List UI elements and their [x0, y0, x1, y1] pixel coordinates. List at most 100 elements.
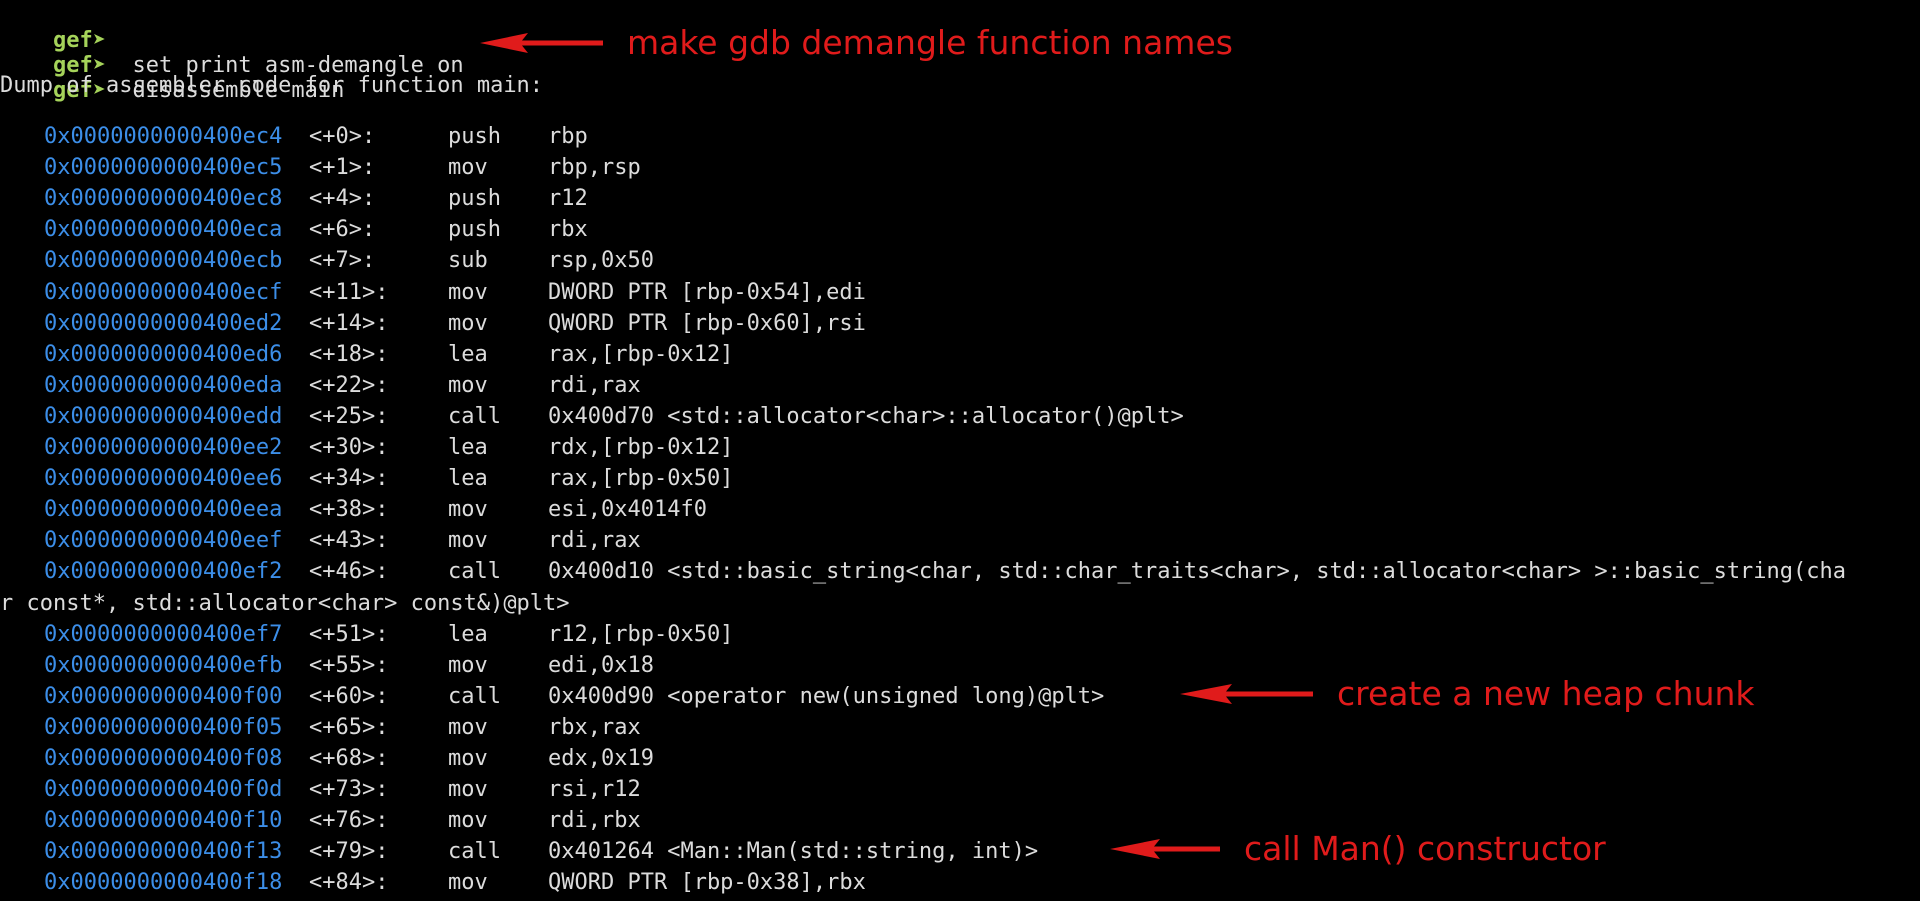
asm-address: 0x0000000000400eda	[44, 373, 283, 398]
asm-mnemonic: lea	[448, 622, 488, 647]
asm-mnemonic: push	[448, 124, 501, 149]
asm-address: 0x0000000000400ec5	[44, 155, 283, 180]
asm-mnemonic: sub	[448, 248, 488, 273]
asm-operands: rsp,0x50	[548, 248, 654, 273]
asm-operands: 0x400d90 <operator new(unsigned long)@pl…	[548, 684, 1105, 709]
asm-operands: 0x401264 <Man::Man(std::string, int)>	[548, 839, 1039, 864]
asm-offset: <+14>:	[309, 311, 389, 336]
asm-operands: rdi,rax	[548, 528, 641, 553]
asm-offset: <+76>:	[309, 808, 389, 833]
asm-mnemonic: call	[448, 404, 501, 429]
asm-operands: rax,[rbp-0x12]	[548, 342, 734, 367]
asm-operands: edx,0x19	[548, 746, 654, 771]
asm-offset: <+7>:	[309, 248, 376, 273]
asm-address: 0x0000000000400ec4	[44, 124, 283, 149]
asm-address: 0x0000000000400ecf	[44, 280, 283, 305]
asm-mnemonic: mov	[448, 528, 488, 553]
asm-mnemonic: mov	[448, 497, 488, 522]
asm-offset: <+65>:	[309, 715, 389, 740]
asm-address: 0x0000000000400efb	[44, 653, 283, 678]
asm-operands: rdi,rbx	[548, 808, 641, 833]
asm-offset: <+55>:	[309, 653, 389, 678]
annotation: make gdb demangle function names	[480, 23, 1233, 63]
asm-mnemonic: mov	[448, 653, 488, 678]
asm-address: 0x0000000000400eea	[44, 497, 283, 522]
asm-operands: rdx,[rbp-0x12]	[548, 435, 734, 460]
asm-operands: rbp	[548, 124, 588, 149]
asm-address: 0x0000000000400eca	[44, 217, 283, 242]
asm-offset: <+1>:	[309, 155, 376, 180]
asm-offset: <+84>:	[309, 870, 389, 895]
asm-address: 0x0000000000400ef2	[44, 559, 283, 584]
asm-address: 0x0000000000400f13	[44, 839, 283, 864]
asm-operands: QWORD PTR [rbp-0x38],rbx	[548, 870, 866, 895]
asm-address: 0x0000000000400f10	[44, 808, 283, 833]
asm-mnemonic: mov	[448, 155, 488, 180]
asm-operands: rbx	[548, 217, 588, 242]
asm-operands: rdi,rax	[548, 373, 641, 398]
asm-address: 0x0000000000400f08	[44, 746, 283, 771]
asm-operands: 0x400d10 <std::basic_string<char, std::c…	[548, 559, 1847, 584]
arrow-left-icon	[1110, 839, 1220, 859]
asm-address: 0x0000000000400f0d	[44, 777, 283, 802]
asm-operands: edi,0x18	[548, 653, 654, 678]
asm-offset: <+30>:	[309, 435, 389, 460]
asm-address: 0x0000000000400f05	[44, 715, 283, 740]
asm-operands: rsi,r12	[548, 777, 641, 802]
annotation: call Man() constructor	[1110, 829, 1606, 869]
annotation-text: create a new heap chunk	[1337, 674, 1755, 713]
asm-offset: <+46>:	[309, 559, 389, 584]
asm-address: 0x0000000000400f18	[44, 870, 283, 895]
asm-mnemonic: mov	[448, 777, 488, 802]
asm-offset: <+68>:	[309, 746, 389, 771]
asm-offset: <+43>:	[309, 528, 389, 553]
annotation-text: call Man() constructor	[1244, 829, 1606, 868]
asm-operands: 0x400d70 <std::allocator<char>::allocato…	[548, 404, 1184, 429]
asm-address: 0x0000000000400ec8	[44, 186, 283, 211]
asm-offset: <+60>:	[309, 684, 389, 709]
asm-operands: r12,[rbp-0x50]	[548, 622, 734, 647]
asm-offset: <+25>:	[309, 404, 389, 429]
asm-address: 0x0000000000400ee2	[44, 435, 283, 460]
asm-mnemonic: mov	[448, 280, 488, 305]
asm-address: 0x0000000000400ed6	[44, 342, 283, 367]
asm-operands: DWORD PTR [rbp-0x54],edi	[548, 280, 866, 305]
asm-address: 0x0000000000400edd	[44, 404, 283, 429]
asm-offset: <+0>:	[309, 124, 376, 149]
asm-offset: <+6>:	[309, 217, 376, 242]
asm-line-continuation: r const*, std::allocator<char> const&)@p…	[0, 591, 570, 616]
asm-mnemonic: call	[448, 684, 501, 709]
asm-operands: rax,[rbp-0x50]	[548, 466, 734, 491]
asm-operands: r12	[548, 186, 588, 211]
asm-mnemonic: push	[448, 217, 501, 242]
asm-mnemonic: call	[448, 839, 501, 864]
asm-mnemonic: lea	[448, 435, 488, 460]
asm-mnemonic: mov	[448, 746, 488, 771]
asm-offset: <+18>:	[309, 342, 389, 367]
arrow-left-icon	[1180, 684, 1313, 704]
annotation-text: make gdb demangle function names	[627, 23, 1233, 62]
asm-address: 0x0000000000400ef7	[44, 622, 283, 647]
asm-operands: rbx,rax	[548, 715, 641, 740]
asm-offset: <+73>:	[309, 777, 389, 802]
asm-operands: QWORD PTR [rbp-0x60],rsi	[548, 311, 866, 336]
asm-mnemonic: push	[448, 186, 501, 211]
asm-address: 0x0000000000400ed2	[44, 311, 283, 336]
asm-offset: <+51>:	[309, 622, 389, 647]
terminal-window[interactable]: gef➤ gef➤ set print asm-demangle on gef➤…	[0, 0, 1920, 901]
asm-mnemonic: lea	[448, 466, 488, 491]
asm-address: 0x0000000000400f00	[44, 684, 283, 709]
asm-offset: <+79>:	[309, 839, 389, 864]
asm-offset: <+11>:	[309, 280, 389, 305]
asm-mnemonic: mov	[448, 311, 488, 336]
asm-mnemonic: mov	[448, 870, 488, 895]
asm-address: 0x0000000000400eef	[44, 528, 283, 553]
asm-operands: rbp,rsp	[548, 155, 641, 180]
asm-mnemonic: mov	[448, 715, 488, 740]
asm-offset: <+22>:	[309, 373, 389, 398]
asm-mnemonic: call	[448, 559, 501, 584]
dump-header: Dump of assembler code for function main…	[0, 73, 544, 98]
annotation: create a new heap chunk	[1180, 674, 1755, 714]
asm-address: 0x0000000000400ecb	[44, 248, 283, 273]
arrow-left-icon	[480, 33, 603, 53]
